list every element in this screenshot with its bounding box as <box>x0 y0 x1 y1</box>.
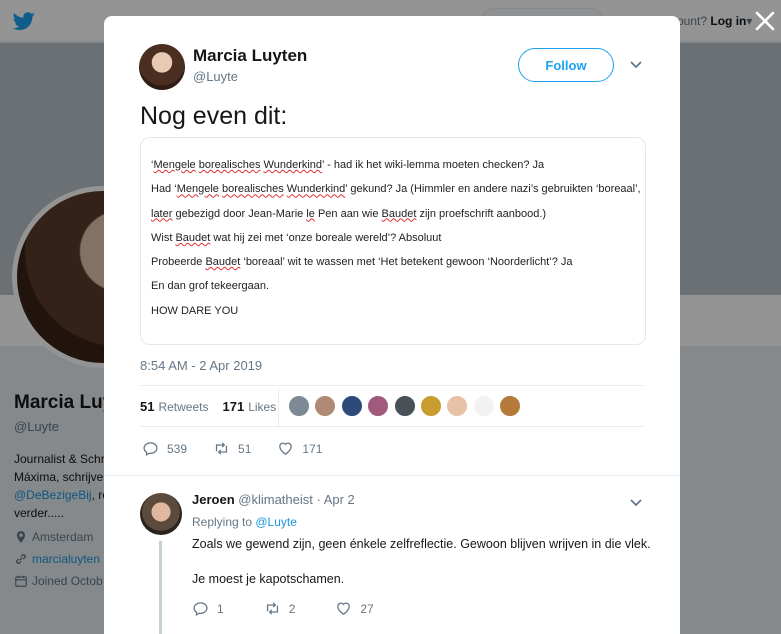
media-text-line: Probeerde Baudet ‘boreaal’ wit te wassen… <box>151 256 573 269</box>
heart-icon <box>337 602 351 615</box>
author-handle[interactable]: @Luyte <box>193 69 238 84</box>
liker-avatar[interactable] <box>314 395 337 417</box>
reply-count: 1 <box>217 601 224 616</box>
retweet-count: 51 <box>238 441 252 456</box>
replying-to-link[interactable]: @Luyte <box>255 515 297 529</box>
replying-to: Replying to @Luyte <box>192 515 297 529</box>
media-text-line: ‘Mengele borealisches Wunderkind’ - had … <box>151 159 545 171</box>
author-avatar[interactable] <box>139 44 185 90</box>
media-text-line: Wist Baudet wat hij zei met ‘onze boreal… <box>151 231 442 244</box>
like-button[interactable]: 171 <box>277 440 322 457</box>
like-count: 171 <box>302 441 323 456</box>
divider <box>140 385 644 386</box>
replying-to-label: Replying to <box>192 515 256 529</box>
heart-icon <box>279 442 293 455</box>
liker-avatar[interactable] <box>393 395 416 417</box>
reply-icon <box>143 442 158 457</box>
tweet-actions: 539 51 171 <box>142 440 348 457</box>
liker-avatar[interactable] <box>472 395 495 417</box>
divider <box>104 475 680 476</box>
reply-count: 539 <box>167 441 188 456</box>
liker-avatar[interactable] <box>288 395 310 417</box>
liker-avatar[interactable] <box>419 395 442 417</box>
like-count: 27 <box>360 601 374 616</box>
separator: · <box>312 492 324 507</box>
divider <box>278 388 279 426</box>
reply-button[interactable]: 1 <box>192 600 224 617</box>
reply-button[interactable]: 539 <box>142 440 187 457</box>
retweet-button[interactable]: 2 <box>264 600 296 617</box>
retweet-count: 2 <box>288 601 296 616</box>
liker-avatar[interactable] <box>367 395 390 417</box>
reply-icon <box>193 602 208 617</box>
liker-avatar[interactable] <box>446 395 469 417</box>
follow-button[interactable]: Follow <box>518 48 614 82</box>
reply-text: Je moest je kapotschamen. <box>192 572 345 586</box>
reply-header: Jeroen @klimatheist · Apr 2 <box>192 492 355 507</box>
retweet-button[interactable]: 51 <box>213 440 251 457</box>
reply-actions: 1 2 27 <box>192 600 414 617</box>
reply-author-name[interactable]: Jeroen <box>192 492 235 507</box>
chevron-down-icon[interactable] <box>630 498 642 508</box>
media-text-line: Had ‘Mengele borealisches Wunderkind’ ge… <box>151 183 641 196</box>
tweet-text: Nog even dit: <box>140 102 288 130</box>
media-text-line: later gebezigd door Jean-Marie le Pen aa… <box>151 207 547 220</box>
close-icon[interactable] <box>754 10 776 32</box>
tweet-timestamp[interactable]: 8:54 AM - 2 Apr 2019 <box>140 358 262 373</box>
reply-author-avatar[interactable] <box>140 493 182 535</box>
thread-line <box>159 541 162 634</box>
tweet-modal: Marcia Luyten @Luyte Follow Nog even dit… <box>104 16 680 634</box>
liker-avatars <box>288 395 522 417</box>
reply-text: Zoals we gewend zijn, geen énkele zelfre… <box>192 537 651 551</box>
liker-avatar[interactable] <box>499 395 522 417</box>
tweet-media-image[interactable]: ‘Mengele borealisches Wunderkind’ - had … <box>140 137 646 345</box>
media-text-line: HOW DARE YOU <box>151 304 239 317</box>
reply-author-handle[interactable]: @klimatheist <box>238 492 313 507</box>
retweets-stat[interactable]: 51 Retweets <box>140 399 209 414</box>
retweet-icon <box>266 602 278 615</box>
like-button[interactable]: 27 <box>335 600 374 617</box>
retweet-icon <box>215 442 228 455</box>
author-name[interactable]: Marcia Luyten <box>193 46 307 66</box>
tweet-stats: 51 Retweets 171 Likes <box>140 399 276 414</box>
chevron-down-icon[interactable] <box>630 60 642 70</box>
divider <box>140 426 644 427</box>
likes-stat[interactable]: 171 Likes <box>223 399 277 414</box>
media-text-line: En dan grof tekeergaan. <box>151 280 270 293</box>
liker-avatar[interactable] <box>340 395 363 417</box>
reply-date[interactable]: Apr 2 <box>324 492 355 507</box>
